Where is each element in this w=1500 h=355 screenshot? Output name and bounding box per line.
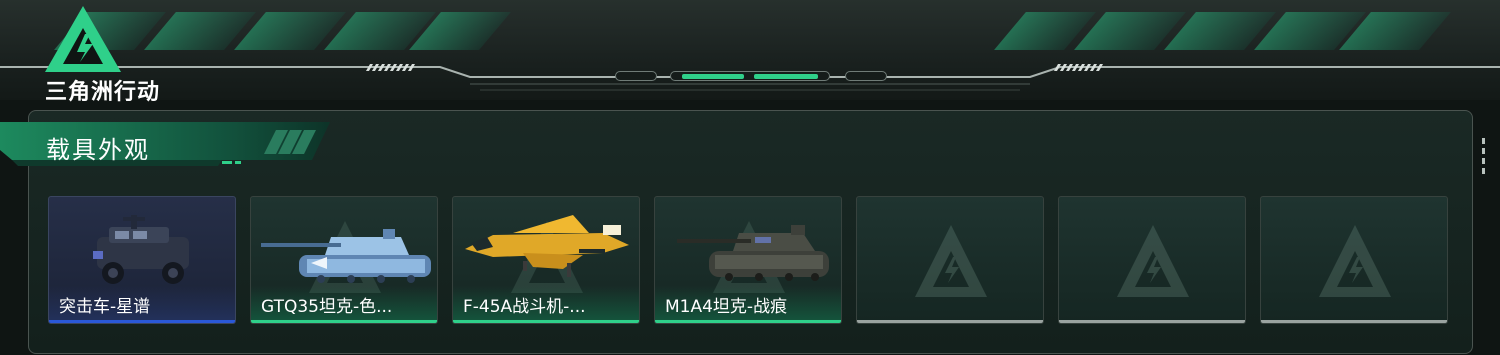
brand-title: 三角洲行动 xyxy=(45,80,161,105)
header-dashes-left xyxy=(365,64,416,71)
assault-vehicle-icon xyxy=(93,215,189,284)
card-underline xyxy=(1261,320,1447,323)
card-label: F-45A战斗机-... xyxy=(463,297,586,317)
vehicle-skin-card[interactable]: F-45A战斗机-... xyxy=(452,196,640,324)
header-dashes-right xyxy=(1053,64,1104,71)
panel-scroll-indicator[interactable] xyxy=(1482,138,1486,178)
header-rail-lines xyxy=(0,66,1500,91)
card-underline xyxy=(251,320,437,323)
delta-logo-icon xyxy=(1117,225,1189,297)
vehicle-skin-card[interactable]: M1A4坦克-战痕 xyxy=(654,196,842,324)
empty-skin-slot[interactable] xyxy=(1058,196,1246,324)
empty-skin-slot[interactable] xyxy=(856,196,1044,324)
tank-icon xyxy=(261,229,431,283)
card-underline xyxy=(857,320,1043,323)
header-indicator xyxy=(682,74,744,79)
header-indicator xyxy=(754,74,818,79)
top-header-bar xyxy=(0,0,1500,100)
delta-logo-icon xyxy=(1319,225,1391,297)
header-pill xyxy=(845,71,887,81)
fighter-jet-icon xyxy=(465,215,629,277)
card-underline xyxy=(49,320,235,323)
vehicle-skin-card[interactable]: GTQ35坦克-色... xyxy=(250,196,438,324)
card-underline xyxy=(655,320,841,323)
card-underline xyxy=(453,320,639,323)
header-pill xyxy=(615,71,657,81)
card-underline xyxy=(1059,320,1245,323)
tank-icon xyxy=(677,225,829,281)
section-title: 载具外观 xyxy=(46,136,150,164)
delta-logo-icon xyxy=(915,225,987,297)
card-label: GTQ35坦克-色... xyxy=(261,297,393,317)
card-label: M1A4坦克-战痕 xyxy=(665,297,788,317)
vehicle-skin-card[interactable]: 突击车-星谱 xyxy=(48,196,236,324)
card-label: 突击车-星谱 xyxy=(59,297,151,317)
empty-skin-slot[interactable] xyxy=(1260,196,1448,324)
